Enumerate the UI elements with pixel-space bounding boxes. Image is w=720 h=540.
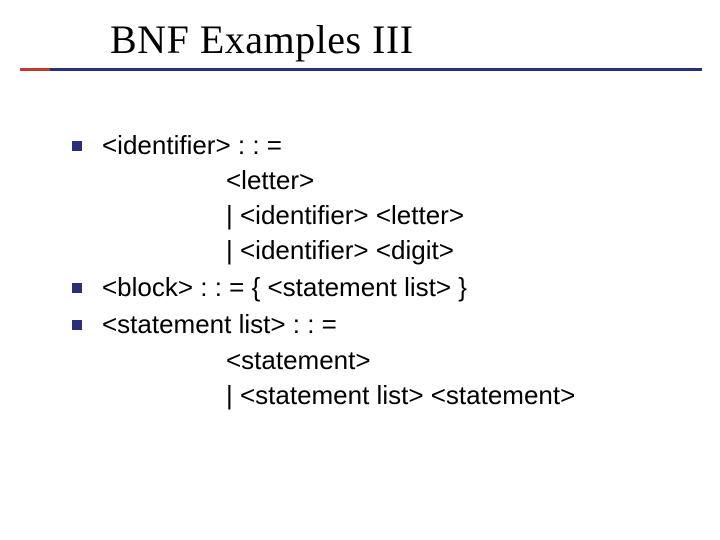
bullet-icon — [72, 141, 82, 151]
title-wrap: BNF Examples III — [110, 16, 414, 63]
item-line: | <identifier> <digit> — [102, 233, 688, 268]
item-head: <statement list> : : = — [102, 307, 688, 342]
title-accent — [20, 68, 50, 71]
item-head: <identifier> : : = — [102, 128, 688, 163]
item-line: <letter> — [102, 163, 688, 198]
slide: BNF Examples III <identifier> : : = <let… — [0, 0, 720, 540]
list-item: <identifier> : : = <letter> | <identifie… — [58, 128, 688, 268]
title-underline — [24, 68, 702, 71]
bullet-icon — [72, 320, 82, 330]
item-line: | <statement list> <statement> — [102, 378, 688, 413]
bullet-icon — [72, 283, 82, 293]
list-item: <block> : : = { <statement list> } — [58, 270, 688, 305]
slide-body: <identifier> : : = <letter> | <identifie… — [58, 128, 688, 415]
list-item: <statement list> : : = <statement> | <st… — [58, 307, 688, 412]
item-line: <statement> — [102, 343, 688, 378]
item-head: <block> : : = { <statement list> } — [102, 270, 688, 305]
item-line: | <identifier> <letter> — [102, 198, 688, 233]
slide-title: BNF Examples III — [110, 16, 414, 63]
